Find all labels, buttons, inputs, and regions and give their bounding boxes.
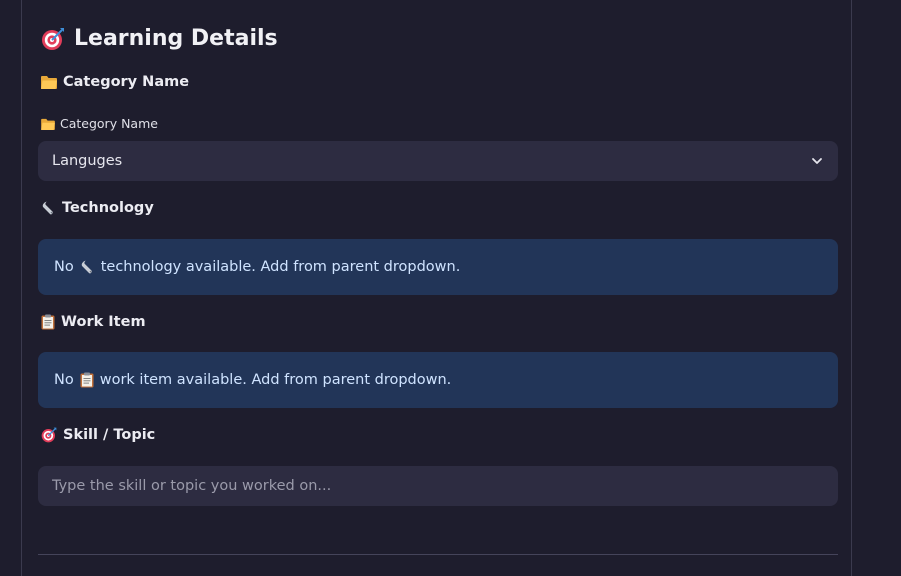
divider: [38, 554, 838, 555]
work-item-info-prefix: No: [54, 372, 74, 388]
clipboard-icon: [41, 314, 55, 330]
category-field-label-text: Category Name: [60, 116, 158, 131]
wrench-icon: [41, 201, 56, 216]
category-select[interactable]: Languges: [38, 141, 838, 181]
category-selected-value: Languges: [52, 153, 123, 169]
work-item-heading-text: Work Item: [61, 314, 146, 330]
technology-heading-text: Technology: [62, 200, 154, 216]
section-title: Learning Details: [41, 26, 278, 51]
technology-heading: Technology: [41, 200, 154, 216]
section-title-text: Learning Details: [74, 26, 278, 51]
folder-icon: [41, 75, 57, 89]
clipboard-icon: [80, 372, 94, 388]
target-icon: [41, 27, 65, 51]
technology-info-alert: No technology available. Add from parent…: [38, 239, 838, 295]
wrench-icon: [80, 260, 95, 275]
skill-topic-heading: Skill / Topic: [41, 427, 155, 443]
technology-info-prefix: No: [54, 259, 74, 275]
category-field-label: Category Name: [41, 116, 158, 131]
skill-topic-heading-text: Skill / Topic: [63, 427, 156, 443]
folder-icon: [41, 118, 55, 130]
category-heading-text: Category Name: [63, 74, 190, 90]
category-heading: Category Name: [41, 74, 189, 90]
work-item-info-text: work item available. Add from parent dro…: [99, 372, 452, 388]
technology-info-text: technology available. Add from parent dr…: [100, 259, 461, 275]
skill-topic-input[interactable]: [38, 466, 838, 506]
chevron-down-icon[interactable]: [810, 154, 824, 168]
target-icon: [41, 427, 57, 443]
work-item-info-alert: No work item available. Add from parent …: [38, 352, 838, 408]
learning-details-panel: Learning Details Category Name Category …: [21, 0, 852, 576]
work-item-heading: Work Item: [41, 314, 146, 330]
